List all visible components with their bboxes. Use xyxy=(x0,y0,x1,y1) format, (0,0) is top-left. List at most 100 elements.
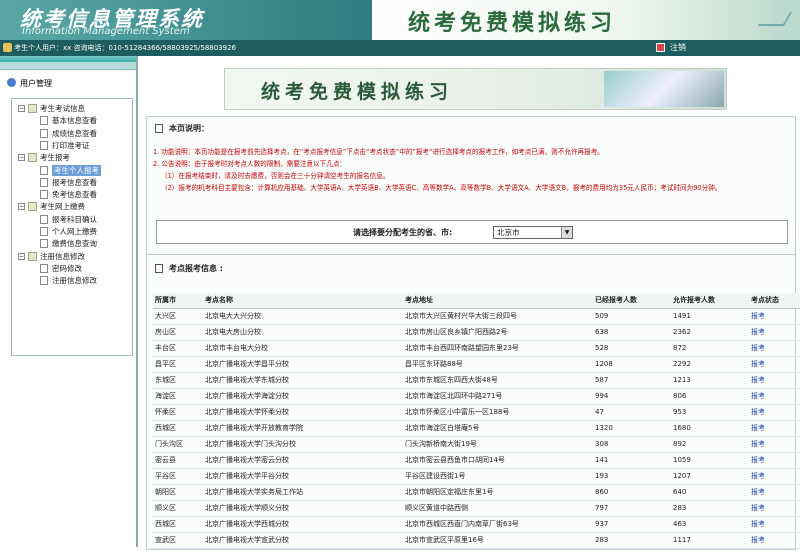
table-cell: 北京市丰台电大分校 xyxy=(203,340,403,357)
register-link[interactable]: 报考 xyxy=(751,504,765,512)
tree-item[interactable]: 基本信息查看 xyxy=(12,115,132,126)
tree-item-label: 报考信息查看 xyxy=(52,177,97,187)
tree-item-label: 密码修改 xyxy=(52,263,82,273)
table-cell: 953 xyxy=(671,404,749,421)
register-link[interactable]: 报考 xyxy=(751,312,765,320)
table-cell: 平谷区 xyxy=(153,468,203,485)
collapse-icon[interactable]: − xyxy=(18,105,25,112)
table-row: 西城区 北京广播电视大学开放教育学院 北京市海淀区白塔庵5号 1320 1680 报考 xyxy=(153,420,800,437)
promo-image xyxy=(604,71,724,107)
table-row: 西城区 北京广播电视大学西城分校 北京市西城区西直门内南草厂街63号 937 463 报考 xyxy=(153,516,800,533)
tree-item-label: 免考信息查看 xyxy=(52,190,97,200)
register-link[interactable]: 报考 xyxy=(751,472,765,480)
table-cell: 报考 xyxy=(749,324,800,341)
column-header: 考点名称 xyxy=(203,293,403,309)
collapse-icon[interactable]: − xyxy=(18,252,25,260)
tree-group-label: 考生考试信息 xyxy=(40,104,85,113)
register-link[interactable]: 报考 xyxy=(751,392,765,400)
sidebar-title: 用户管理 xyxy=(20,79,52,88)
register-link[interactable]: 报考 xyxy=(751,440,765,448)
table-cell: 892 xyxy=(671,436,749,453)
tree-item[interactable]: 报考科目确认 xyxy=(12,214,132,225)
table-cell: 怀柔区 xyxy=(153,404,203,421)
register-link[interactable]: 报考 xyxy=(751,536,765,544)
table-cell: 北京广播电视大学门头沟分校 xyxy=(203,436,403,453)
tree-item-label: 注册信息修改 xyxy=(52,276,97,286)
table-cell: 509 xyxy=(593,308,671,325)
table-cell: 北京广播电视大学平谷分校 xyxy=(203,468,403,485)
table-cell: 1680 xyxy=(671,420,749,437)
table-cell: 密云县 xyxy=(153,452,203,469)
tree-item[interactable]: 打印准考证 xyxy=(12,140,132,151)
table-header-row: 所属市 考点名称 考点地址 已经报考人数 允许报考人数 考点状态 xyxy=(153,293,800,309)
table-cell: 283 xyxy=(593,532,671,549)
table-cell: 937 xyxy=(593,516,671,533)
main-content: 统考免费模拟练习 本页说明： 1. 功能说明：本页功能是在报考前先选择考点，在“… xyxy=(142,56,800,550)
register-link[interactable]: 报考 xyxy=(751,424,765,432)
table-cell: 1213 xyxy=(671,372,749,389)
table-cell: 308 xyxy=(593,436,671,453)
tree-item[interactable]: 报考信息查看 xyxy=(12,177,132,188)
region-select[interactable]: 北京市 ▼ xyxy=(493,226,573,239)
register-link[interactable]: 报考 xyxy=(751,376,765,384)
promo-banner[interactable]: 统考免费模拟练习 xyxy=(224,68,727,110)
tree-item[interactable]: 免考信息查看 xyxy=(12,189,132,200)
tree-item[interactable]: 个人网上缴费 xyxy=(12,226,132,237)
logout-icon[interactable] xyxy=(656,43,665,52)
table-cell: 海淀区 xyxy=(153,388,203,405)
table-row: 平谷区 北京广播电视大学平谷分校 平谷区建设西街1号 193 1207 报考 xyxy=(153,468,800,485)
document-icon xyxy=(40,140,48,150)
table-cell: 报考 xyxy=(749,308,800,325)
tree-item[interactable]: 成绩信息查看 xyxy=(12,128,132,139)
table-cell: 北京广播电视大学密云分校 xyxy=(203,452,403,469)
document-icon xyxy=(40,190,48,200)
table-row: 海淀区 北京广播电视大学海淀分校 北京市海淀区北四环中路271号 994 806 报考 xyxy=(153,388,800,405)
tree-group[interactable]: − 考生报考 xyxy=(12,152,132,163)
register-link[interactable]: 报考 xyxy=(751,408,765,416)
collapse-icon[interactable]: − xyxy=(18,203,25,211)
register-link[interactable]: 报考 xyxy=(751,488,765,496)
tree-item[interactable]: 考生个人报考 xyxy=(12,164,132,176)
table-row: 昌平区 北京广播电视大学昌平分校 昌平区东环路88号 1208 2292 报考 xyxy=(153,356,800,373)
tree-item[interactable]: 缴费信息查询 xyxy=(12,238,132,249)
collapse-icon[interactable]: − xyxy=(18,154,25,162)
table-cell: 1491 xyxy=(671,308,749,325)
table-cell: 1059 xyxy=(671,452,749,469)
logout-link[interactable]: 注销 xyxy=(670,40,686,56)
tree-item[interactable]: 注册信息修改 xyxy=(12,275,132,286)
table-cell: 806 xyxy=(671,388,749,405)
tree-group[interactable]: − 考生考试信息 xyxy=(12,103,132,114)
tree-item[interactable]: 密码修改 xyxy=(12,263,132,274)
note-icon xyxy=(155,124,163,133)
table-cell: 2292 xyxy=(671,356,749,373)
tree-item-label: 成绩信息查看 xyxy=(52,128,97,138)
user-info-text: 考生个人用户：xx 咨询电话：010-51284366/58803925/588… xyxy=(14,44,237,52)
chevron-down-icon[interactable]: ▼ xyxy=(561,227,572,238)
table-cell: 报考 xyxy=(749,484,800,501)
table-cell: 报考 xyxy=(749,340,800,357)
table-cell: 北京广播电视大学西城分校 xyxy=(203,516,403,533)
tree-group[interactable]: − 注册信息修改 xyxy=(12,251,132,262)
table-cell: 门头沟新桥南大街19号 xyxy=(403,436,593,453)
table-cell: 47 xyxy=(593,404,671,421)
document-icon xyxy=(40,214,48,224)
tree-group[interactable]: − 考生网上缴费 xyxy=(12,201,132,212)
table-row: 顺义区 北京广播电视大学顺义分校 顺义区黄道中路西侧 797 283 报考 xyxy=(153,500,800,517)
table-row: 房山区 北京电大房山分校 北京市房山区良乡镇广阳西路2号 638 2362 报考 xyxy=(153,324,800,341)
register-link[interactable]: 报考 xyxy=(751,360,765,368)
register-link[interactable]: 报考 xyxy=(751,344,765,352)
sidebar: 用户管理 − 考生考试信息基本信息查看 成绩信息查看打印准考证 − 考生报考 考生个人报考… xyxy=(0,56,138,547)
table-cell: 宣武区 xyxy=(153,532,203,549)
table-cell: 872 xyxy=(671,340,749,357)
table-cell: 463 xyxy=(671,516,749,533)
table-cell: 1117 xyxy=(671,532,749,549)
document-icon xyxy=(40,116,48,126)
column-header: 考点地址 xyxy=(403,293,593,309)
tree-item-label: 报考科目确认 xyxy=(52,214,97,224)
register-link[interactable]: 报考 xyxy=(751,456,765,464)
table-cell: 报考 xyxy=(749,404,800,421)
register-link[interactable]: 报考 xyxy=(751,520,765,528)
register-link[interactable]: 报考 xyxy=(751,328,765,336)
table-cell: 报考 xyxy=(749,516,800,533)
system-subtitle: Information Management System xyxy=(22,26,190,37)
